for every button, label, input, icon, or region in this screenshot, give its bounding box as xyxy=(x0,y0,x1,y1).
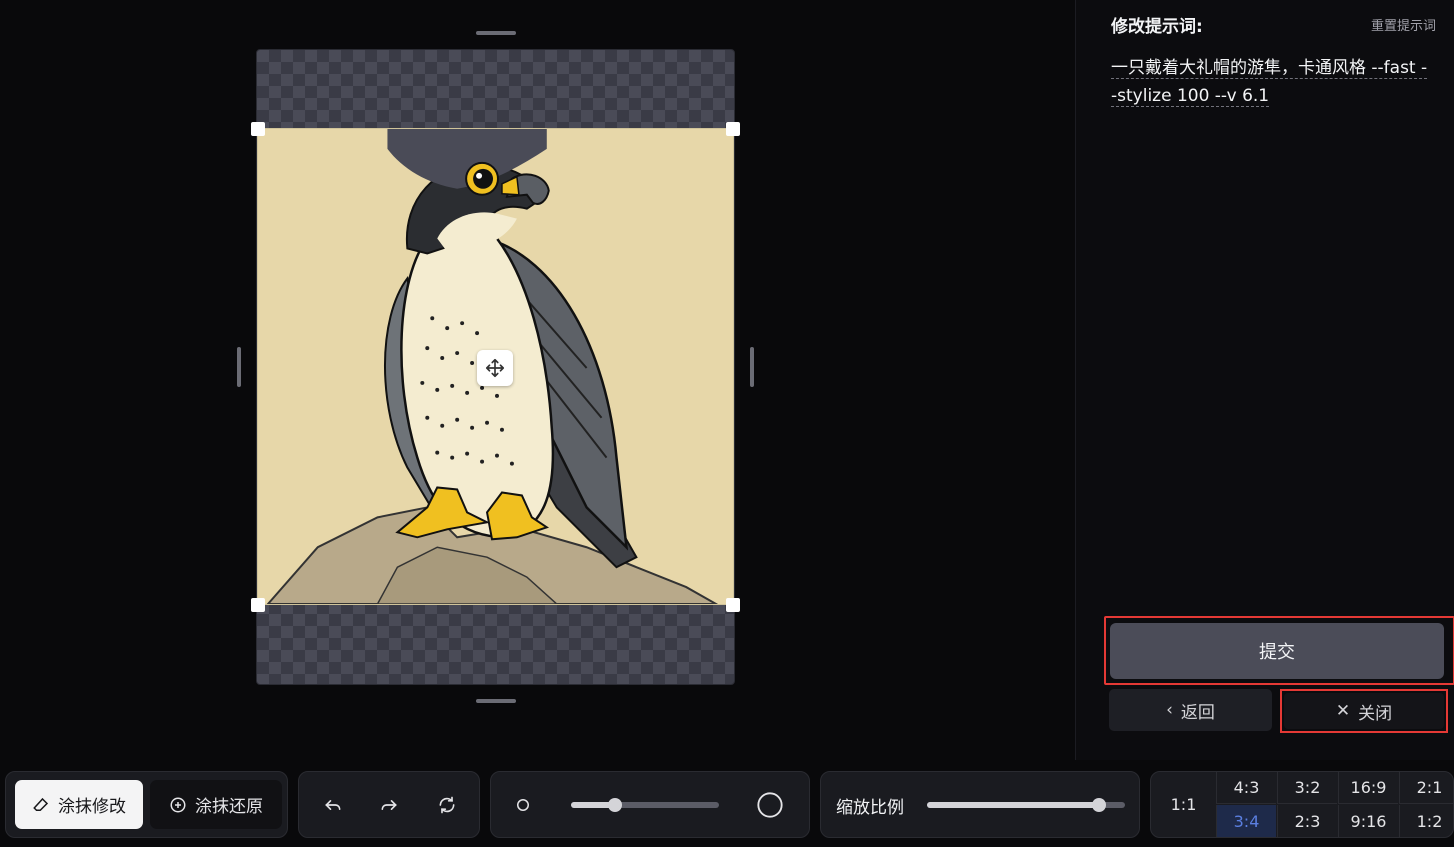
chevron-left-icon: ‹ xyxy=(1166,700,1173,720)
brush-size-slider[interactable] xyxy=(571,798,719,812)
close-button[interactable]: ✕ 关闭 xyxy=(1284,693,1444,729)
crop-handle-bottom-right[interactable] xyxy=(726,598,740,612)
plus-circle-icon xyxy=(170,797,186,812)
reset-prompt-link[interactable]: 重置提示词 xyxy=(1371,15,1436,34)
zoom-knob[interactable] xyxy=(1092,798,1107,812)
undo-icon[interactable] xyxy=(319,791,347,819)
prompt-line-2: -stylize 100 --v 6.1 xyxy=(1111,86,1270,107)
close-highlight: ✕ 关闭 xyxy=(1280,689,1448,733)
prompt-input[interactable]: 一只戴着大礼帽的游隼，卡通风格 --fast - -stylize 100 --… xyxy=(1111,54,1441,110)
top-edge-handle[interactable] xyxy=(476,31,516,35)
close-label: 关闭 xyxy=(1358,703,1393,724)
ratio-option[interactable]: 2:1 xyxy=(1399,772,1453,804)
image-editor: 修改提示词: 重置提示词 一只戴着大礼帽的游隼，卡通风格 --fast - -s… xyxy=(0,0,1454,847)
history-group xyxy=(298,771,480,838)
submit-highlight: 提交 xyxy=(1104,616,1454,685)
crop-handle-top-left[interactable] xyxy=(251,122,265,136)
ratio-option[interactable]: 4:3 xyxy=(1216,772,1276,804)
bottom-toolbar: 涂抹修改 涂抹还原 缩放比例 1:1 4:3 3:2 16:9 2:1 3:4 … xyxy=(0,760,1454,847)
zoom-label: 缩放比例 xyxy=(836,798,904,818)
large-brush-icon xyxy=(756,791,784,819)
mode-group: 涂抹修改 涂抹还原 xyxy=(5,771,288,838)
move-icon[interactable] xyxy=(477,350,513,386)
ratio-option[interactable]: 3:2 xyxy=(1277,772,1337,804)
left-edge-handle[interactable] xyxy=(237,347,241,387)
redo-icon[interactable] xyxy=(375,791,403,819)
back-button[interactable]: ‹ 返回 xyxy=(1109,689,1272,731)
ratio-option[interactable]: 1:2 xyxy=(1399,805,1453,837)
erase-restore-button[interactable]: 涂抹还原 xyxy=(150,780,282,829)
zoom-fill xyxy=(927,802,1100,808)
close-icon: ✕ xyxy=(1335,701,1351,721)
zoom-slider[interactable] xyxy=(927,798,1125,812)
panel-title: 修改提示词: xyxy=(1111,17,1203,37)
aspect-ratio-group: 1:1 4:3 3:2 16:9 2:1 3:4 2:3 9:16 1:2 xyxy=(1150,771,1454,838)
ratio-option[interactable]: 9:16 xyxy=(1338,805,1398,837)
erase-modify-button[interactable]: 涂抹修改 xyxy=(15,780,143,829)
erase-restore-label: 涂抹还原 xyxy=(195,797,263,817)
prompt-line-1: 一只戴着大礼帽的游隼，卡通风格 --fast - xyxy=(1111,58,1428,79)
bottom-edge-handle[interactable] xyxy=(476,699,516,703)
ratio-option-main[interactable]: 1:1 xyxy=(1151,772,1216,837)
prompt-panel: 修改提示词: 重置提示词 一只戴着大礼帽的游隼，卡通风格 --fast - -s… xyxy=(1075,0,1454,760)
submit-button[interactable]: 提交 xyxy=(1110,623,1444,679)
erase-modify-label: 涂抹修改 xyxy=(58,797,126,817)
brush-size-group xyxy=(490,771,810,838)
ratio-option[interactable]: 3:4 xyxy=(1216,805,1276,837)
brush-size-knob[interactable] xyxy=(608,798,623,812)
ratio-option[interactable]: 2:3 xyxy=(1277,805,1337,837)
zoom-group: 缩放比例 xyxy=(820,771,1140,838)
crop-handle-bottom-left[interactable] xyxy=(251,598,265,612)
refresh-icon[interactable] xyxy=(433,791,461,819)
eraser-icon xyxy=(33,797,49,811)
back-label: 返回 xyxy=(1180,702,1215,723)
ratio-option[interactable]: 16:9 xyxy=(1338,772,1398,804)
canvas-area xyxy=(0,0,1075,760)
right-edge-handle[interactable] xyxy=(750,347,754,387)
crop-handle-top-right[interactable] xyxy=(726,122,740,136)
small-brush-icon xyxy=(509,791,537,819)
